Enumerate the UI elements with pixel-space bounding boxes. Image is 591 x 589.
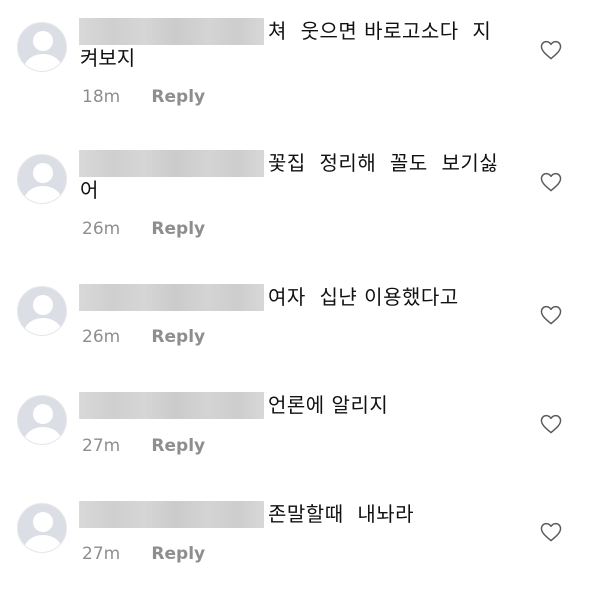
avatar-body-shape bbox=[24, 186, 62, 203]
heart-icon[interactable] bbox=[540, 172, 562, 192]
comment-text-line2: 어 bbox=[80, 178, 99, 202]
user-avatar-icon[interactable] bbox=[17, 22, 67, 72]
heart-icon[interactable] bbox=[540, 414, 562, 434]
avatar-head-shape bbox=[33, 512, 53, 532]
comment-meta: 26m Reply bbox=[82, 326, 205, 348]
reply-button[interactable]: Reply bbox=[151, 436, 205, 456]
avatar-body-shape bbox=[24, 318, 62, 335]
avatar-head-shape bbox=[33, 163, 53, 183]
heart-icon[interactable] bbox=[540, 522, 562, 542]
avatar-body-shape bbox=[24, 54, 62, 71]
avatar-body-shape bbox=[24, 427, 62, 444]
comment-text-line1: 꽃집 정리해 꼴도 보기싫 bbox=[268, 151, 499, 175]
reply-button[interactable]: Reply bbox=[151, 87, 205, 107]
comment-text-line1: 언론에 알리지 bbox=[268, 393, 389, 417]
comment-meta: 27m Reply bbox=[82, 435, 205, 457]
comment-text-line1: 존말할때 내놔라 bbox=[268, 502, 415, 526]
comment-text-line1: 여자 십냔 이용했다고 bbox=[268, 285, 459, 309]
comment-timestamp: 27m bbox=[82, 544, 121, 564]
comment-meta: 18m Reply bbox=[82, 86, 205, 108]
avatar-head-shape bbox=[33, 31, 53, 51]
avatar-body-shape bbox=[24, 535, 62, 552]
heart-icon[interactable] bbox=[540, 305, 562, 325]
avatar-head-shape bbox=[33, 404, 53, 424]
user-avatar-icon[interactable] bbox=[17, 286, 67, 336]
comment-text-line2: 켜보지 bbox=[80, 46, 136, 70]
comment-timestamp: 26m bbox=[82, 327, 121, 347]
avatar-head-shape bbox=[33, 295, 53, 315]
reply-button[interactable]: Reply bbox=[151, 327, 205, 347]
redacted-username bbox=[79, 150, 264, 177]
redacted-username bbox=[79, 392, 264, 419]
redacted-username bbox=[79, 18, 264, 45]
comment-meta: 26m Reply bbox=[82, 218, 205, 240]
comment-timestamp: 18m bbox=[82, 87, 121, 107]
comment-timestamp: 27m bbox=[82, 436, 121, 456]
user-avatar-icon[interactable] bbox=[17, 395, 67, 445]
redacted-username bbox=[79, 284, 264, 311]
reply-button[interactable]: Reply bbox=[151, 544, 205, 564]
heart-icon[interactable] bbox=[540, 40, 562, 60]
redacted-username bbox=[79, 501, 264, 528]
comment-meta: 27m Reply bbox=[82, 543, 205, 565]
user-avatar-icon[interactable] bbox=[17, 503, 67, 553]
reply-button[interactable]: Reply bbox=[151, 219, 205, 239]
comment-timestamp: 26m bbox=[82, 219, 121, 239]
comment-text-line1: 쳐 웃으면 바로고소다 지 bbox=[268, 19, 492, 43]
user-avatar-icon[interactable] bbox=[17, 154, 67, 204]
